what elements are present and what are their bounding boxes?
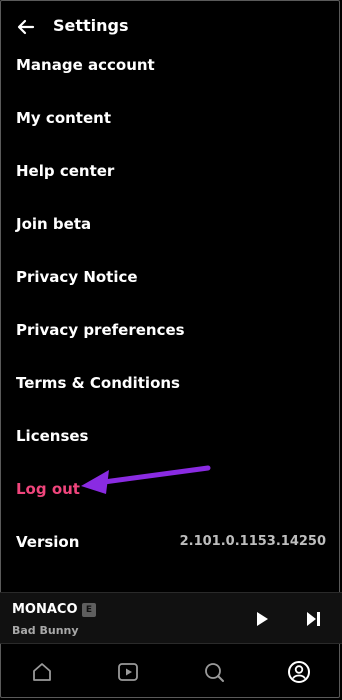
menu-item-my-content[interactable]: My content xyxy=(0,91,342,144)
version-label: Version xyxy=(16,532,80,551)
menu-item-privacy-preferences[interactable]: Privacy preferences xyxy=(0,303,342,356)
arrow-left-icon xyxy=(17,19,35,35)
menu-item-manage-account[interactable]: Manage account xyxy=(0,38,342,91)
nav-profile[interactable] xyxy=(287,660,311,684)
play-button[interactable] xyxy=(253,610,271,628)
nav-search[interactable] xyxy=(202,660,226,684)
nav-home[interactable] xyxy=(30,660,54,684)
page-title: Settings xyxy=(53,16,129,35)
profile-icon xyxy=(288,661,310,683)
bottom-nav xyxy=(0,648,342,698)
video-play-icon xyxy=(118,663,138,681)
explicit-badge: E xyxy=(82,603,96,617)
back-button[interactable] xyxy=(14,15,38,39)
version-value: 2.101.0.1153.14250 xyxy=(179,534,326,549)
search-icon xyxy=(205,663,224,682)
track-title: MONACO xyxy=(12,602,78,617)
menu-item-join-beta[interactable]: Join beta xyxy=(0,197,342,250)
next-track-button[interactable] xyxy=(304,610,322,628)
menu-item-terms[interactable]: Terms & Conditions xyxy=(0,356,342,409)
nav-video[interactable] xyxy=(116,660,140,684)
home-icon xyxy=(33,663,51,681)
skip-next-icon xyxy=(307,612,320,626)
menu-item-help-center[interactable]: Help center xyxy=(0,144,342,197)
play-icon xyxy=(257,612,268,626)
track-artist: Bad Bunny xyxy=(12,624,79,637)
arrow-pointer-icon xyxy=(81,465,211,494)
version-row: Version 2.101.0.1153.14250 xyxy=(0,515,342,568)
menu-item-licenses[interactable]: Licenses xyxy=(0,409,342,462)
now-playing-bar[interactable]: MONACO E Bad Bunny xyxy=(0,592,342,644)
menu-item-privacy-notice[interactable]: Privacy Notice xyxy=(0,250,342,303)
